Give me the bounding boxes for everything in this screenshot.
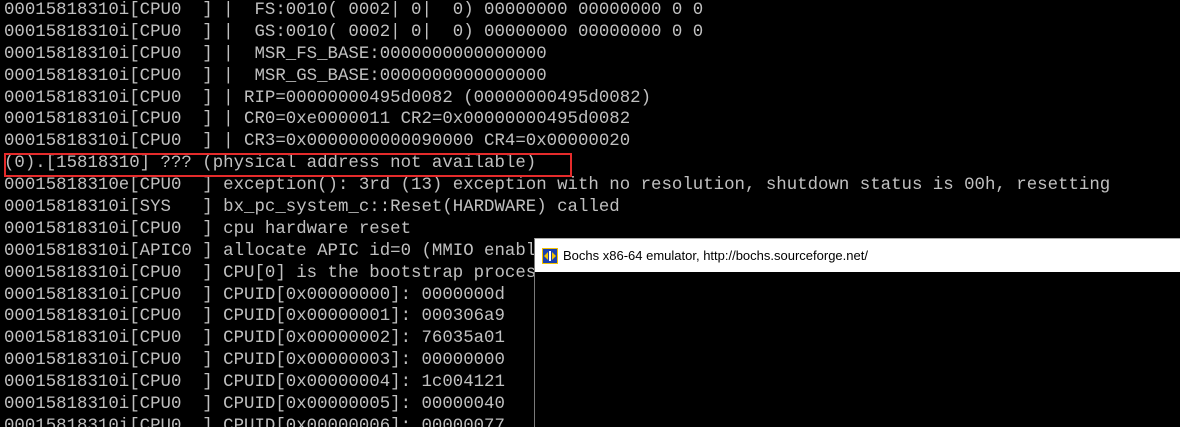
console-line: 00015818310i[CPU0 ] | GS:0010( 0002| 0| …	[4, 22, 704, 42]
window-title: Bochs x86-64 emulator, http://bochs.sour…	[563, 248, 868, 263]
annotation-highlight-box	[4, 153, 572, 177]
bochs-emulator-window[interactable]: Bochs x86-64 emulator, http://bochs.sour…	[534, 238, 1180, 427]
bochs-app-icon	[542, 247, 558, 264]
window-titlebar[interactable]: Bochs x86-64 emulator, http://bochs.sour…	[535, 239, 1180, 272]
console-line: 00015818310i[SYS ] bx_pc_system_c::Reset…	[4, 198, 620, 218]
console-line: 00015818310i[CPU0 ] | CR3=0x000000000009…	[4, 132, 631, 152]
console-line: 00015818310i[CPU0 ] | FS:0010( 0002| 0| …	[4, 1, 704, 20]
emulator-display-area[interactable]	[535, 272, 1180, 427]
console-line: 00015818310i[CPU0 ] | CR0=0xe0000011 CR2…	[4, 110, 631, 130]
console-line: 00015818310e[CPU0 ] exception(): 3rd (13…	[4, 176, 1111, 196]
console-line: 00015818310i[CPU0 ] | MSR_GS_BASE:000000…	[4, 66, 547, 86]
console-line: 00015818310i[CPU0 ] | MSR_FS_BASE:000000…	[4, 44, 547, 64]
console-line: 00015818310i[CPU0 ] | RIP=00000000495d00…	[4, 88, 652, 108]
